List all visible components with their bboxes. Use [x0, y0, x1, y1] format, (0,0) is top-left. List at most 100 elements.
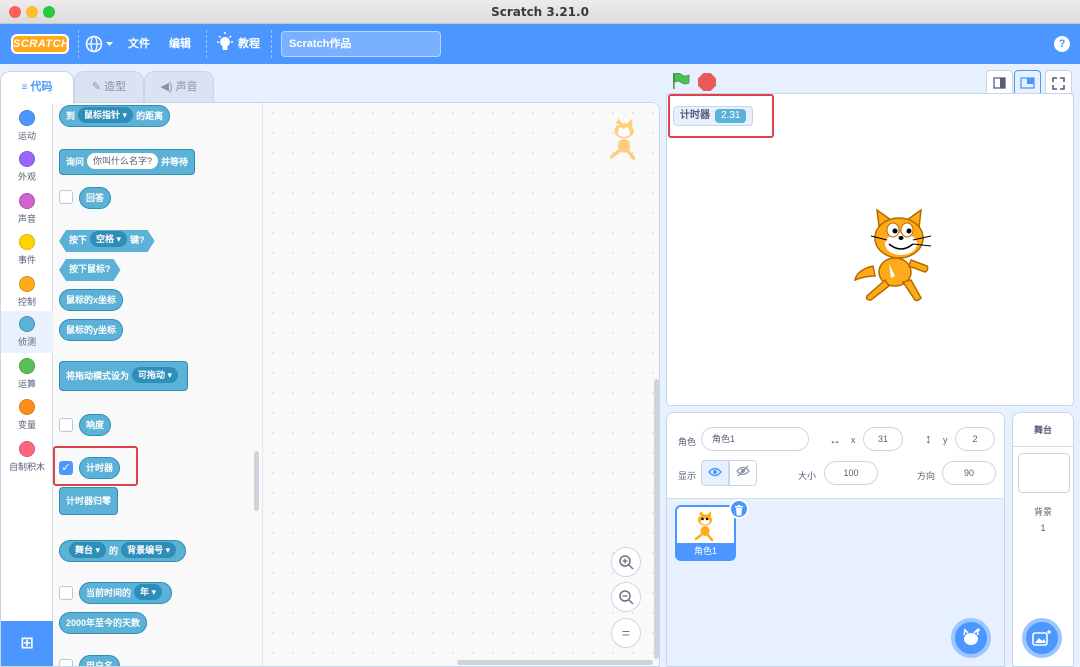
block-text: 到 [66, 111, 76, 121]
show-sprite-button[interactable] [701, 460, 729, 486]
category-control[interactable]: 控制 [1, 273, 53, 313]
sprite-watermark-icon [609, 118, 636, 160]
script-vertical-scrollbar[interactable] [654, 379, 659, 659]
size-input[interactable]: 100 [824, 461, 878, 485]
scratch-logo[interactable]: SCRATCH [11, 34, 69, 54]
category-operators[interactable]: 运算 [1, 355, 53, 395]
script-area[interactable]: = [263, 103, 659, 666]
username-checkbox[interactable] [59, 659, 73, 666]
category-sensing[interactable]: 侦测 [1, 311, 53, 353]
key-dropdown[interactable]: 空格 ▾ [90, 231, 127, 247]
green-flag-icon[interactable] [672, 73, 690, 89]
minimize-window-icon[interactable] [26, 6, 38, 18]
maximize-window-icon[interactable] [43, 6, 55, 18]
block-palette: 到鼠标指针 ▾ 的距离 询问 你叫什么名字? 并等待 回答 按下 空格 ▾ 键? 按下鼠标… [53, 103, 263, 666]
extension-icon: ⊞ [20, 635, 34, 652]
loudness-checkbox[interactable] [59, 418, 73, 432]
category-events[interactable]: 事件 [1, 231, 53, 271]
mouse-down-block[interactable]: 按下鼠标? [59, 259, 121, 281]
menu-separator [206, 30, 207, 58]
file-menu[interactable]: 文件 [128, 24, 150, 64]
answer-block[interactable]: 回答 [79, 187, 112, 209]
cat-sprite-icon[interactable] [851, 206, 947, 306]
mouse-y-block[interactable]: 鼠标的y坐标 [59, 319, 124, 341]
project-title-input[interactable]: Scratch作品 [281, 31, 441, 57]
answer-checkbox[interactable] [59, 190, 73, 204]
x-position-input[interactable]: 31 [863, 427, 903, 451]
add-sprite-button[interactable] [951, 618, 991, 658]
direction-input[interactable]: 90 [942, 461, 996, 485]
of-block[interactable]: 舞台 ▾ 的背景编号 ▾ [59, 540, 187, 562]
tab-costumes-label: 造型 [104, 81, 127, 93]
add-backdrop-icon [1032, 630, 1051, 646]
add-backdrop-button[interactable] [1022, 618, 1062, 658]
normal-stage-icon [1020, 77, 1035, 89]
username-block[interactable]: 用户名 [79, 655, 121, 666]
sprite-panel: 角色 角色1 ↔ x 31 ↕ y 2 显示 大小 100 方向 90 角色1 [666, 412, 1005, 667]
stage-selector[interactable]: 舞台 背景 1 [1012, 412, 1074, 667]
tab-code[interactable]: ≡ 代码 [0, 71, 74, 104]
dropdown-value: 舞台 [75, 545, 94, 555]
ask-and-wait-block[interactable]: 询问 你叫什么名字? 并等待 [59, 149, 196, 175]
zoom-out-button[interactable] [611, 582, 641, 612]
script-horizontal-scrollbar[interactable] [457, 660, 653, 665]
category-dot-icon [19, 316, 35, 332]
distance-to-block[interactable]: 到鼠标指针 ▾ 的距离 [59, 105, 171, 127]
y-position-input[interactable]: 2 [955, 427, 995, 451]
mouse-x-block[interactable]: 鼠标的x坐标 [59, 289, 124, 311]
stop-icon[interactable] [698, 73, 716, 91]
category-label: 事件 [17, 255, 36, 265]
sprite-tile[interactable]: 角色1 [675, 499, 749, 561]
category-motion[interactable]: 运动 [1, 107, 53, 147]
category-label: 变量 [17, 420, 36, 430]
close-window-icon[interactable] [9, 6, 21, 18]
of-attribute-dropdown[interactable]: 背景编号 ▾ [121, 542, 177, 558]
category-dot-icon [19, 110, 35, 126]
sprite-name-input[interactable]: 角色1 [701, 427, 809, 451]
current-time-checkbox[interactable] [59, 586, 73, 600]
category-label: 控制 [17, 297, 36, 307]
tab-costumes[interactable]: ✎ 造型 [74, 71, 144, 103]
block-text: 将拖动模式设为 [66, 371, 130, 381]
category-label: 运动 [17, 131, 36, 141]
edit-menu[interactable]: 编辑 [169, 24, 191, 64]
category-looks[interactable]: 外观 [1, 148, 53, 188]
category-my-blocks[interactable]: 自制积木 [1, 438, 53, 478]
current-unit-dropdown[interactable]: 年 ▾ [134, 584, 163, 600]
zoom-reset-button[interactable]: = [611, 618, 641, 648]
category-dot-icon [19, 441, 35, 457]
current-time-block[interactable]: 当前时间的年 ▾ [79, 582, 173, 604]
category-variables[interactable]: 变量 [1, 396, 53, 436]
trash-icon [735, 505, 743, 516]
tutorials-menu[interactable]: 教程 [216, 24, 260, 64]
category-label: 外观 [17, 172, 36, 182]
category-dot-icon [19, 151, 35, 167]
size-label: 大小 [798, 471, 817, 481]
set-drag-mode-block[interactable]: 将拖动模式设为 可拖动 ▾ [59, 361, 189, 391]
brush-icon: ✎ [91, 81, 102, 93]
days-since-2000-block[interactable]: 2000年至今的天数 [59, 612, 148, 634]
palette-scrollbar[interactable] [254, 451, 259, 511]
hide-sprite-button[interactable] [729, 460, 757, 486]
language-menu[interactable] [85, 24, 115, 64]
add-extension-button[interactable]: ⊞ [1, 621, 53, 666]
distance-target-dropdown[interactable]: 鼠标指针 ▾ [78, 107, 134, 123]
key-pressed-block[interactable]: 按下 空格 ▾ 键? [59, 230, 155, 252]
loudness-block[interactable]: 响度 [79, 414, 112, 436]
zoom-in-button[interactable] [611, 547, 641, 577]
stage-canvas[interactable]: 计时器 2.31 [666, 93, 1074, 406]
stage-thumbnail[interactable] [1018, 453, 1070, 493]
category-sound[interactable]: 声音 [1, 190, 53, 230]
block-text: 键? [130, 235, 145, 245]
tab-sounds[interactable]: ◀) 声音 [144, 71, 214, 103]
ask-question-input[interactable]: 你叫什么名字? [87, 153, 159, 169]
reset-timer-block[interactable]: 计时器归零 [59, 487, 119, 515]
drag-mode-dropdown[interactable]: 可拖动 ▾ [132, 367, 179, 383]
menu-separator [78, 30, 79, 58]
delete-sprite-button[interactable] [729, 499, 749, 519]
help-icon[interactable]: ? [1054, 36, 1070, 52]
block-text: 当前时间的 [86, 588, 132, 598]
category-dot-icon [19, 193, 35, 209]
y-label: y [943, 435, 948, 445]
of-target-dropdown[interactable]: 舞台 ▾ [69, 542, 107, 558]
